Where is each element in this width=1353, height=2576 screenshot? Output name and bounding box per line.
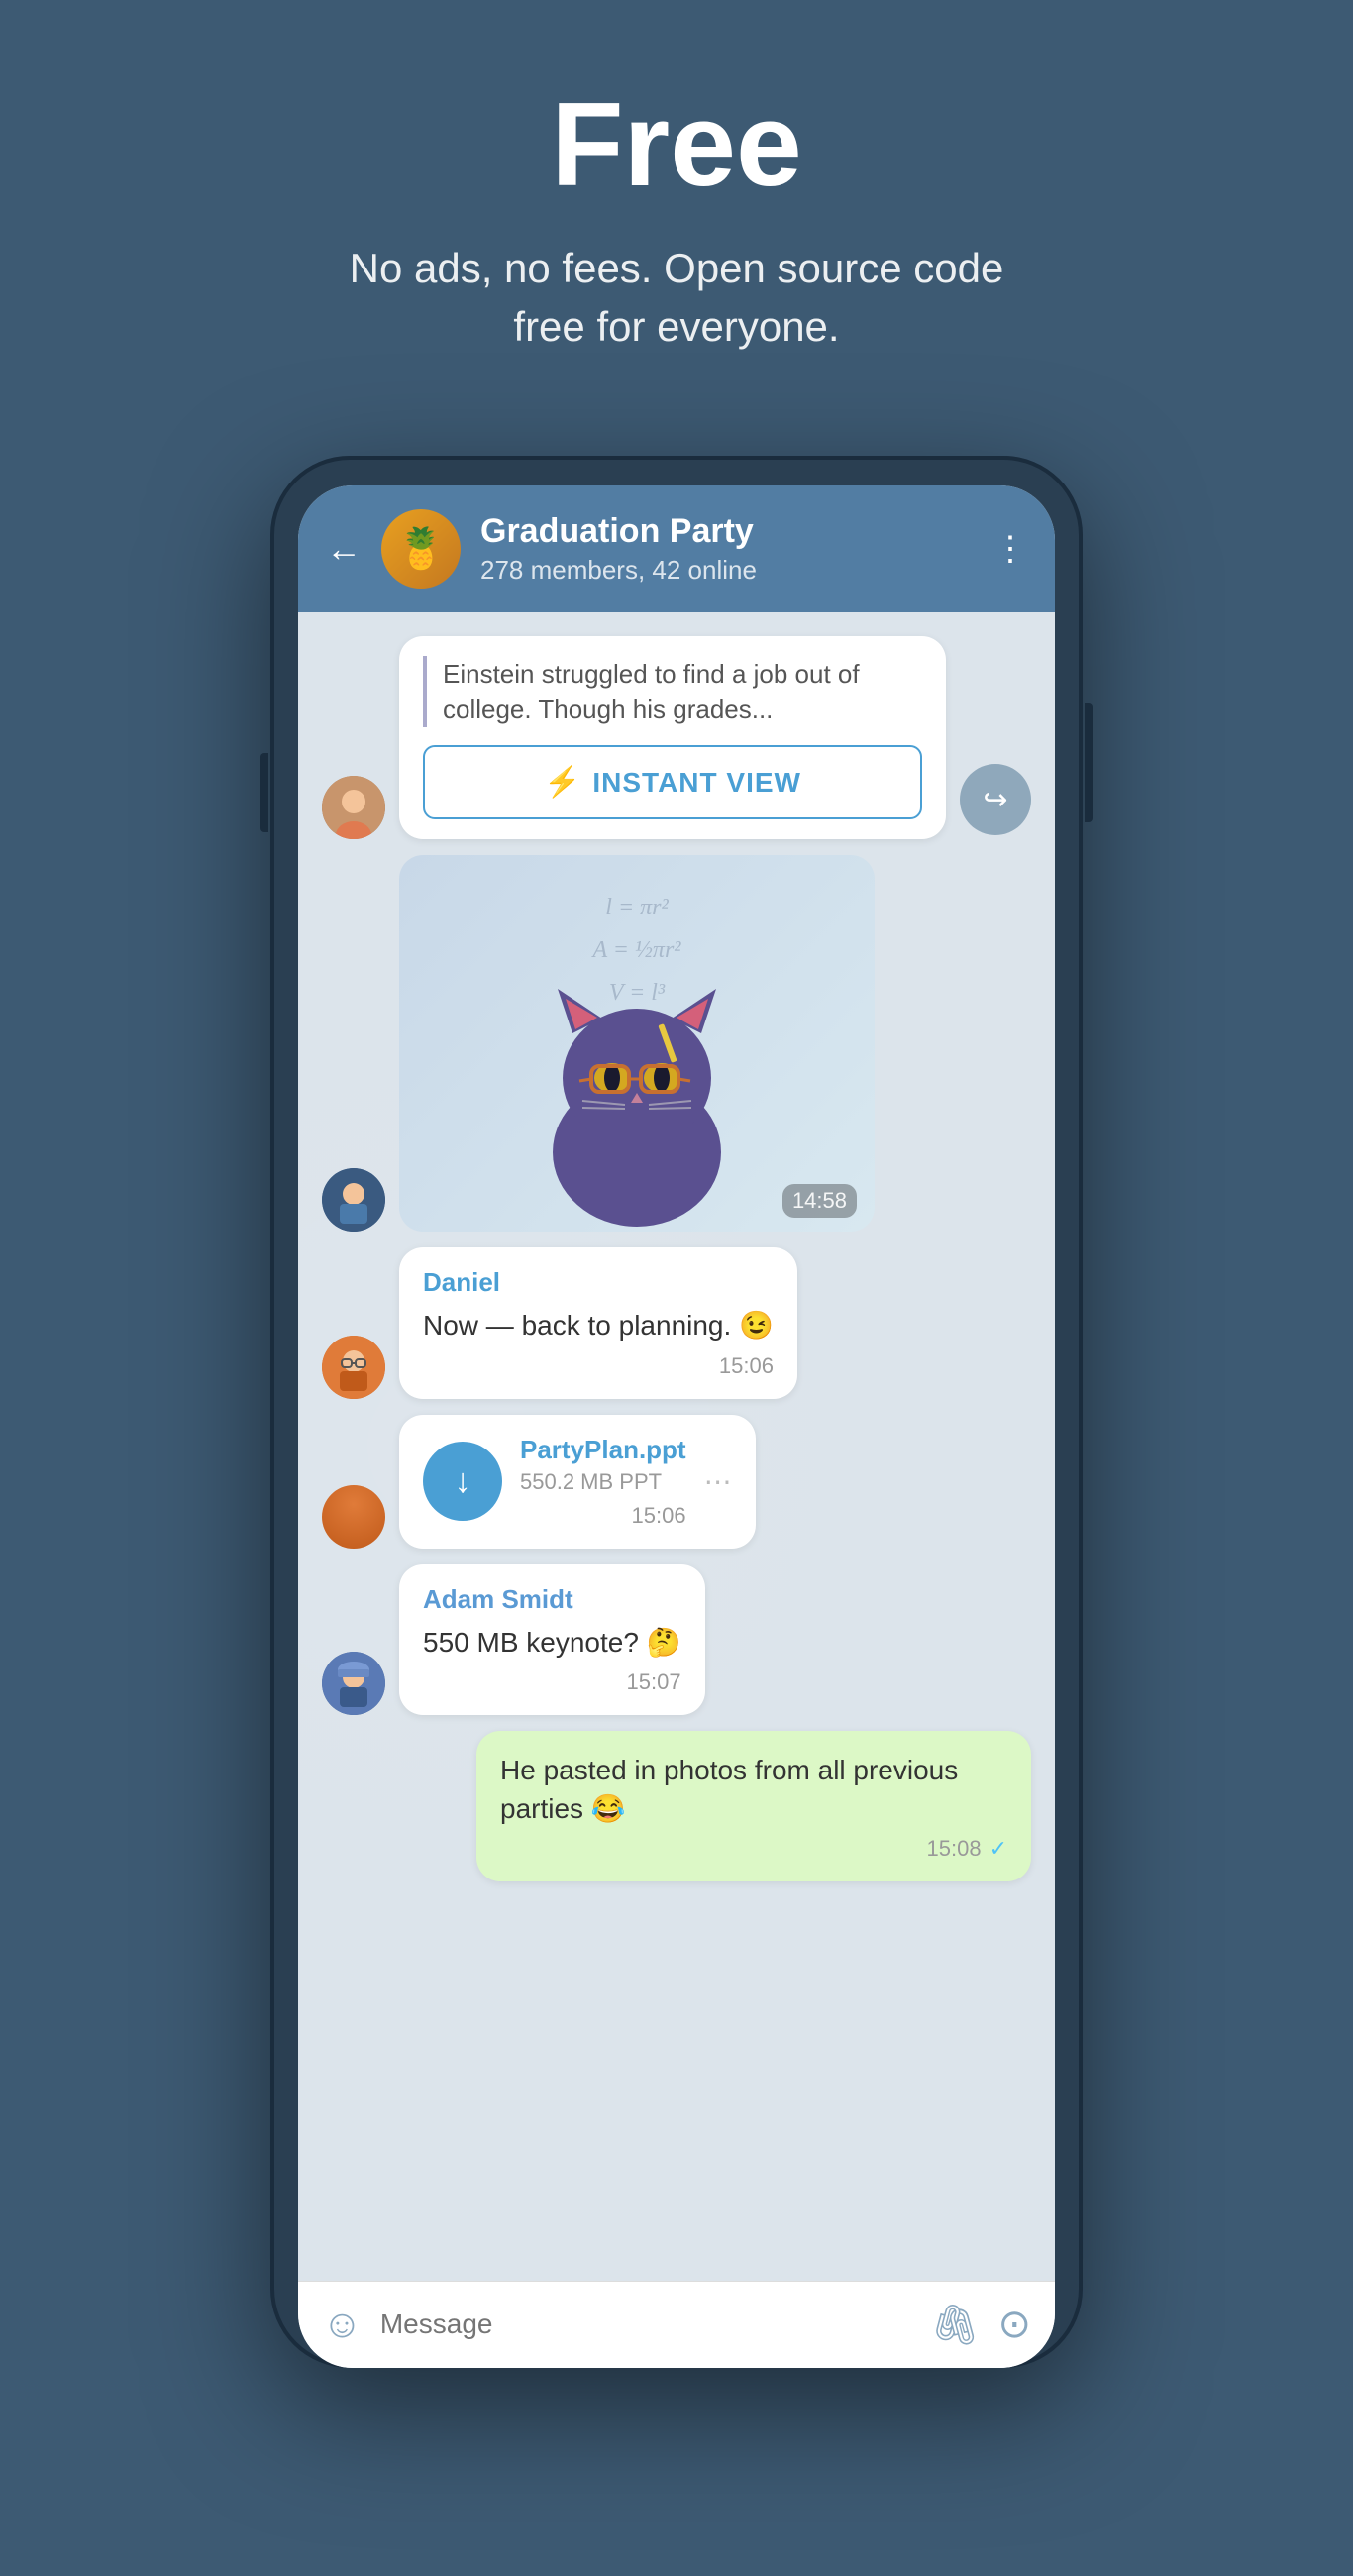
bubble-meta: 15:06 <box>520 1503 686 1529</box>
own-message-row: He pasted in photos from all previous pa… <box>322 1731 1031 1881</box>
instant-view-button[interactable]: ⚡ INSTANT VIEW <box>423 745 922 819</box>
back-button[interactable]: ← <box>326 528 362 570</box>
share-icon: ↪ <box>983 783 1007 817</box>
avatar <box>322 776 385 839</box>
message-time: 15:07 <box>627 1669 681 1695</box>
file-size: 550.2 MB PPT <box>520 1469 686 1495</box>
chat-info: Graduation Party 278 members, 42 online <box>480 512 974 586</box>
avatar <box>322 1485 385 1549</box>
input-bar: ☺ 🖇 ⊙ <box>298 2281 1055 2368</box>
message-bubble: Adam Smidt 550 MB keynote? 🤔 15:07 <box>399 1564 705 1715</box>
bubble-meta: 15:06 <box>423 1353 774 1379</box>
hero-subtitle: No ads, no fees. Open source code free f… <box>330 240 1023 357</box>
message-row: ↓ PartyPlan.ppt 550.2 MB PPT 15:06 ⋯ <box>322 1415 1031 1549</box>
iv-card: Einstein struggled to find a job out of … <box>399 636 946 840</box>
message-row: Daniel Now — back to planning. 😉 15:06 <box>322 1247 1031 1398</box>
avatar <box>322 1652 385 1715</box>
message-time: 15:08 <box>927 1836 982 1862</box>
message-row: Einstein struggled to find a job out of … <box>322 636 1031 840</box>
file-bubble: ↓ PartyPlan.ppt 550.2 MB PPT 15:06 ⋯ <box>399 1415 756 1549</box>
message-sender: Daniel <box>423 1267 774 1298</box>
volume-button <box>260 753 268 832</box>
avatar <box>322 1336 385 1399</box>
message-text: He pasted in photos from all previous pa… <box>500 1751 1007 1828</box>
message-text: Now — back to planning. 😉 <box>423 1306 774 1344</box>
more-button[interactable]: ⋮ <box>993 529 1027 569</box>
camera-button[interactable]: ⊙ <box>997 2302 1031 2347</box>
chat-header: ← 🍍 Graduation Party 278 members, 42 onl… <box>298 485 1055 612</box>
message-time: 15:06 <box>719 1353 774 1379</box>
phone-frame: ← 🍍 Graduation Party 278 members, 42 onl… <box>270 456 1083 2368</box>
attach-button[interactable]: 🖇 <box>930 2302 981 2348</box>
emoji-button[interactable]: ☺ <box>322 2303 363 2347</box>
bubble-meta: 15:07 <box>423 1669 681 1695</box>
iv-button-label: INSTANT VIEW <box>592 767 801 799</box>
hero-title: Free <box>551 79 801 210</box>
message-text: 550 MB keynote? 🤔 <box>423 1623 681 1662</box>
iv-preview-text: Einstein struggled to find a job out of … <box>423 656 922 728</box>
sticker-container: l = πr² A = ½πr² V = l³ P = 2πr A = πr² … <box>399 855 875 1232</box>
read-receipt: ✓ <box>989 1836 1007 1862</box>
power-button <box>1085 703 1093 822</box>
message-input[interactable] <box>380 2308 912 2340</box>
message-sender: Adam Smidt <box>423 1584 681 1615</box>
file-info: PartyPlan.ppt 550.2 MB PPT 15:06 <box>520 1435 686 1529</box>
file-name: PartyPlan.ppt <box>520 1435 686 1465</box>
group-status: 278 members, 42 online <box>480 555 974 586</box>
avatar <box>322 1168 385 1232</box>
file-more-button[interactable]: ⋯ <box>704 1465 732 1498</box>
phone-wrapper: ← 🍍 Graduation Party 278 members, 42 onl… <box>0 456 1353 2368</box>
download-icon: ↓ <box>455 1462 471 1501</box>
bolt-icon: ⚡ <box>544 765 580 800</box>
message-row: Adam Smidt 550 MB keynote? 🤔 15:07 <box>322 1564 1031 1715</box>
sticker-time: 14:58 <box>782 1184 857 1218</box>
group-avatar: 🍍 <box>381 509 461 589</box>
phone-screen: ← 🍍 Graduation Party 278 members, 42 onl… <box>298 485 1055 2368</box>
own-message-bubble: He pasted in photos from all previous pa… <box>476 1731 1031 1881</box>
hero-section: Free No ads, no fees. Open source code f… <box>0 0 1353 416</box>
share-button[interactable]: ↪ <box>960 764 1031 835</box>
sticker-message-row: l = πr² A = ½πr² V = l³ P = 2πr A = πr² … <box>322 855 1031 1232</box>
bubble-meta: 15:08 ✓ <box>500 1836 1007 1862</box>
message-time: 15:06 <box>632 1503 686 1529</box>
chat-body: Einstein struggled to find a job out of … <box>298 612 1055 2281</box>
message-bubble: Daniel Now — back to planning. 😉 15:06 <box>399 1247 797 1398</box>
group-name: Graduation Party <box>480 512 974 551</box>
download-button[interactable]: ↓ <box>423 1442 502 1521</box>
